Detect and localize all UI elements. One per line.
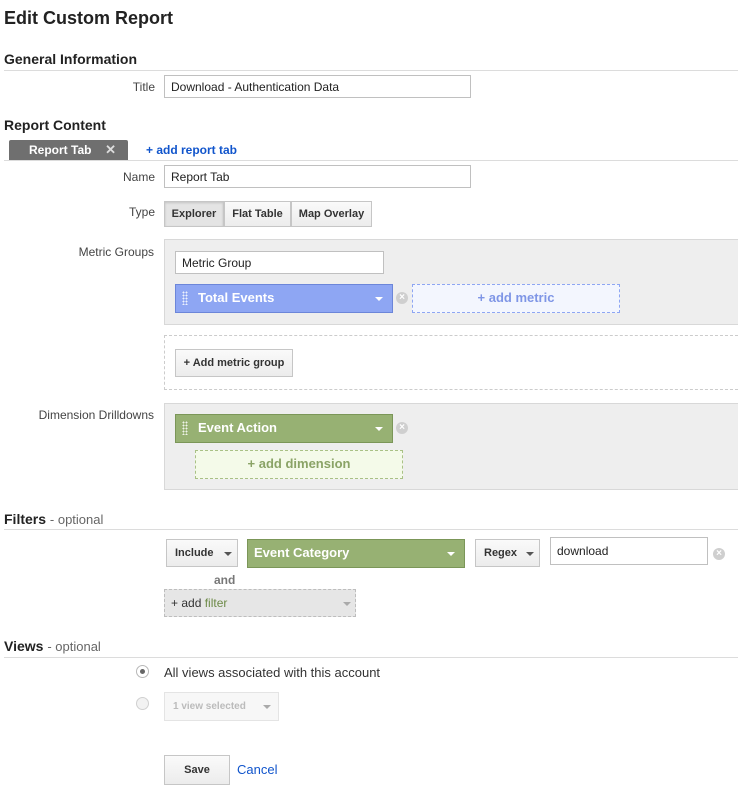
add-report-tab-link[interactable]: + add report tab	[146, 143, 237, 157]
add-dimension-button[interactable]: + add dimension	[195, 450, 403, 479]
all-views-label: All views associated with this account	[164, 665, 381, 680]
metric-group-name-input[interactable]	[175, 251, 384, 274]
chevron-down-icon	[224, 552, 232, 556]
include-select[interactable]: Include	[166, 539, 238, 567]
divider	[4, 70, 738, 71]
selected-views-radio[interactable]	[136, 697, 149, 710]
filter-dimension-label: Event Category	[254, 545, 350, 560]
add-filter-button[interactable]: + add filter	[164, 589, 356, 617]
add-filter-prefix: + add	[171, 596, 205, 610]
metric-label: Total Events	[198, 290, 275, 305]
drag-handle-icon[interactable]	[182, 291, 188, 305]
add-filter-word: filter	[204, 596, 228, 610]
cancel-link[interactable]: Cancel	[237, 762, 277, 777]
dimension-drilldowns-label: Dimension Drilldowns	[38, 408, 154, 422]
tab-label: Report Tab	[29, 143, 92, 157]
filter-dimension-select[interactable]: Event Category	[247, 539, 465, 568]
chevron-down-icon	[343, 602, 351, 606]
metric-total-events[interactable]: Total Events	[175, 284, 393, 313]
divider	[4, 160, 738, 161]
title-input[interactable]	[164, 75, 471, 98]
optional-label: - optional	[49, 512, 104, 527]
drag-handle-icon[interactable]	[182, 421, 188, 435]
general-information-heading: General Information	[4, 51, 138, 67]
close-tab-icon[interactable]: ✕	[105, 140, 116, 160]
views-heading: Views - optional	[4, 638, 101, 654]
name-input[interactable]	[164, 165, 471, 188]
divider	[4, 529, 738, 530]
filters-title: Filters	[4, 511, 47, 527]
type-map-overlay-button[interactable]: Map Overlay	[291, 201, 372, 227]
chevron-down-icon	[526, 552, 534, 556]
dimension-event-action[interactable]: Event Action	[175, 414, 393, 443]
add-metric-group-button[interactable]: + Add metric group	[175, 349, 293, 377]
remove-filter-icon[interactable]: ×	[713, 548, 725, 560]
filters-heading: Filters - optional	[4, 511, 103, 527]
title-label: Title	[132, 80, 155, 94]
filter-value-input[interactable]	[550, 537, 708, 565]
type-flat-table-button[interactable]: Flat Table	[224, 201, 291, 227]
optional-label: - optional	[47, 639, 101, 654]
type-explorer-button[interactable]: Explorer	[164, 201, 224, 227]
chevron-down-icon	[375, 297, 383, 301]
match-type-label: Regex	[484, 547, 518, 559]
view-select-dropdown[interactable]: 1 view selected	[164, 692, 279, 721]
radio-selected-dot	[140, 669, 145, 674]
chevron-down-icon	[447, 552, 455, 556]
report-content-heading: Report Content	[4, 117, 106, 133]
save-button[interactable]: Save	[164, 755, 230, 785]
name-label: Name	[122, 170, 155, 184]
view-select-label: 1 view selected	[173, 701, 246, 712]
views-title: Views	[4, 638, 44, 654]
all-views-radio[interactable]	[136, 665, 149, 678]
add-metric-button[interactable]: + add metric	[412, 284, 620, 313]
type-label: Type	[128, 205, 155, 219]
tab-report-tab[interactable]: Report Tab ✕	[9, 140, 128, 160]
metric-groups-label: Metric Groups	[78, 245, 154, 259]
chevron-down-icon	[375, 427, 383, 431]
page-title: Edit Custom Report	[4, 8, 173, 28]
divider	[4, 657, 738, 658]
remove-dimension-icon[interactable]: ×	[396, 422, 408, 434]
remove-metric-icon[interactable]: ×	[396, 292, 408, 304]
include-label: Include	[175, 547, 214, 559]
match-type-select[interactable]: Regex	[475, 539, 540, 567]
chevron-down-icon	[263, 705, 271, 709]
and-label: and	[214, 573, 236, 587]
dimension-label: Event Action	[198, 420, 277, 435]
